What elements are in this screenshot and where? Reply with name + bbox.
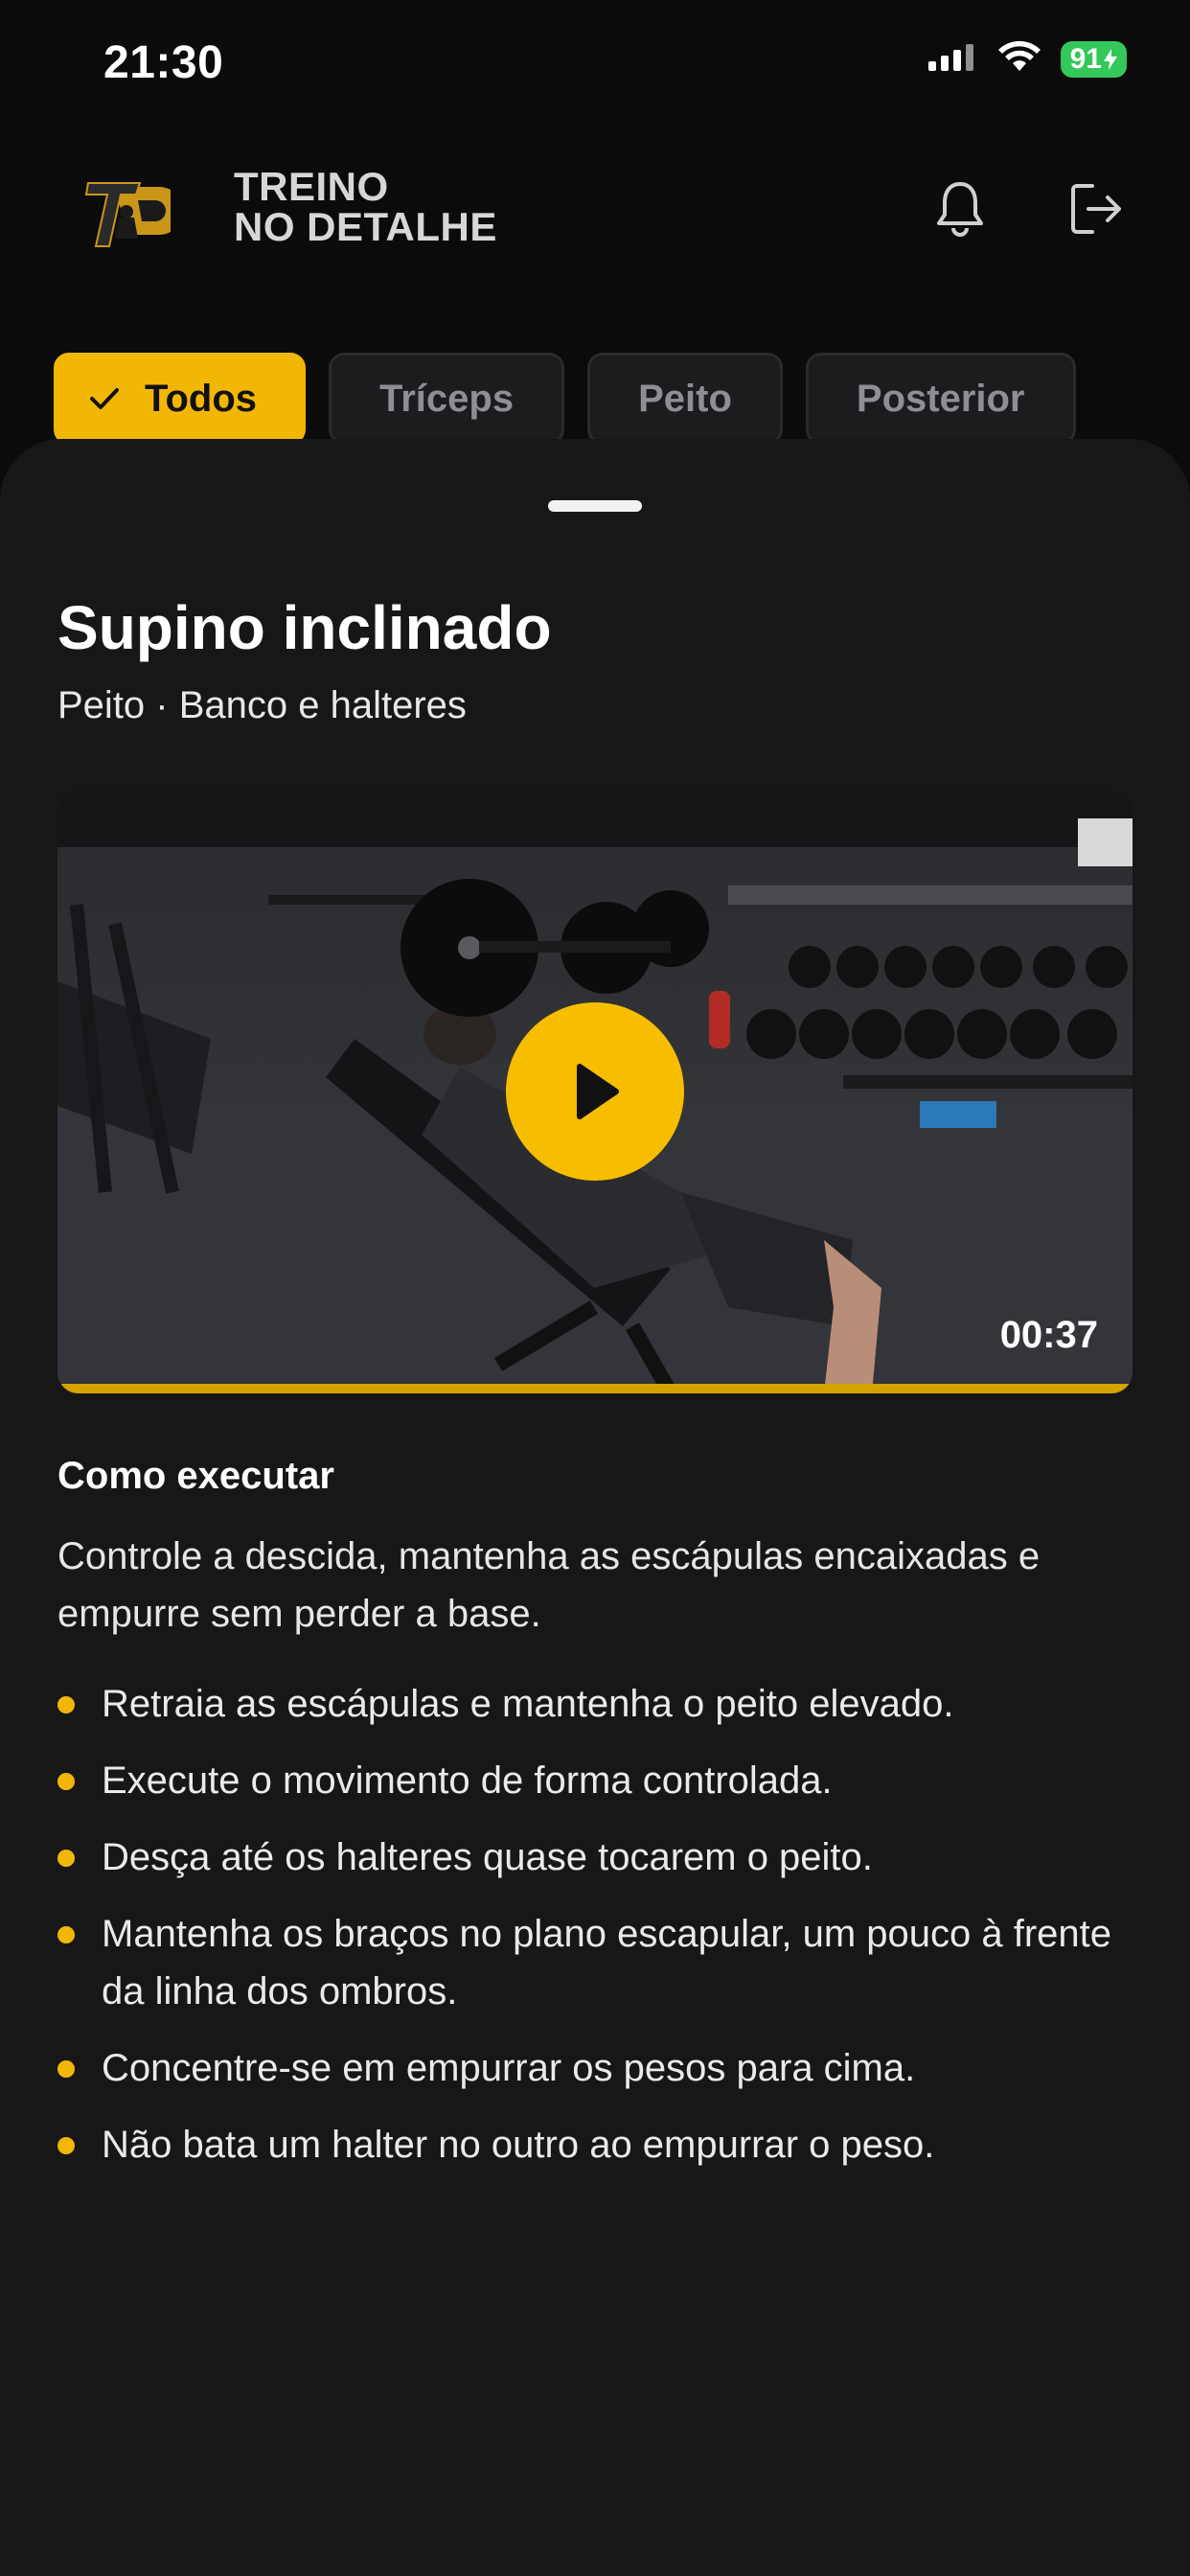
list-item: Concentre-se em empurrar os pesos para c…	[57, 2039, 1140, 2097]
bullet-icon	[57, 1850, 75, 1867]
video-progress-track[interactable]	[57, 1384, 1133, 1393]
step-text: Mantenha os braços no plano escapular, u…	[102, 1913, 1112, 2012]
bullet-icon	[57, 2137, 75, 2154]
list-item: Execute o movimento de forma controlada.	[57, 1752, 1140, 1809]
step-text: Desça até os halteres quase tocarem o pe…	[102, 1836, 873, 1878]
list-item: Desça até os halteres quase tocarem o pe…	[57, 1828, 1140, 1886]
battery-indicator: 91	[1060, 40, 1127, 78]
exercise-detail-sheet: Supino inclinado Peito · Banco e haltere…	[0, 439, 1190, 2576]
exercise-description: Controle a descida, mantenha as escápula…	[57, 1535, 1041, 1635]
brand-name: TREINO NO DETALHE	[234, 167, 497, 247]
logout-button[interactable]	[1062, 174, 1131, 243]
list-item: Retraia as escápulas e mantenha o peito …	[57, 1675, 1140, 1733]
execution-steps: Retraia as escápulas e mantenha o peito …	[57, 1675, 1140, 2193]
signal-icon	[927, 42, 978, 76]
sheet-grabber[interactable]	[548, 500, 642, 512]
exercise-video[interactable]: 00:37	[57, 790, 1133, 1393]
play-icon	[577, 1064, 619, 1119]
step-text: Retraia as escápulas e mantenha o peito …	[102, 1683, 954, 1725]
section-title: Como executar	[57, 1455, 334, 1497]
step-text: Não bata um halter no outro ao empurrar …	[102, 2124, 935, 2166]
step-text: Execute o movimento de forma controlada.	[102, 1760, 833, 1802]
exercise-title: Supino inclinado	[57, 593, 552, 662]
video-duration: 00:37	[999, 1314, 1098, 1356]
bullet-icon	[57, 2060, 75, 2078]
chip-label: Posterior	[856, 377, 1025, 420]
status-time: 21:30	[103, 37, 224, 88]
chip-label: Peito	[638, 377, 732, 420]
bullet-icon	[57, 1926, 75, 1944]
brand-line-2: NO DETALHE	[234, 204, 497, 249]
check-icon	[89, 386, 120, 411]
list-item: Mantenha os braços no plano escapular, u…	[57, 1905, 1140, 2020]
app-header: TREINO NO DETALHE	[0, 153, 1190, 268]
chip-posterior[interactable]: Posterior	[805, 353, 1076, 445]
muscle-filter-chips: Todos Tríceps Peito Posterior	[54, 353, 1076, 445]
chip-todos[interactable]: Todos	[54, 353, 307, 445]
play-button[interactable]	[506, 1002, 684, 1181]
chip-triceps[interactable]: Tríceps	[329, 353, 565, 445]
list-item: Não bata um halter no outro ao empurrar …	[57, 2116, 1140, 2174]
exercise-subtitle: Peito · Banco e halteres	[57, 684, 467, 726]
charging-icon	[1104, 48, 1117, 70]
step-text: Concentre-se em empurrar os pesos para c…	[102, 2047, 916, 2089]
td-logo-icon	[84, 168, 183, 254]
chip-peito[interactable]: Peito	[587, 353, 783, 445]
battery-level: 91	[1069, 42, 1102, 75]
bullet-icon	[57, 1696, 75, 1714]
bell-icon	[937, 182, 983, 237]
video-progress-fill	[57, 1384, 1133, 1393]
brand-line-1: TREINO	[234, 164, 389, 209]
chip-label: Tríceps	[379, 377, 515, 420]
notifications-button[interactable]	[926, 174, 995, 243]
bullet-icon	[57, 1773, 75, 1790]
logout-icon	[1071, 184, 1121, 234]
status-bar: 21:30 91	[0, 0, 1190, 125]
chip-label: Todos	[145, 377, 258, 420]
wifi-icon	[997, 40, 1041, 78]
status-icons: 91	[927, 40, 1127, 78]
